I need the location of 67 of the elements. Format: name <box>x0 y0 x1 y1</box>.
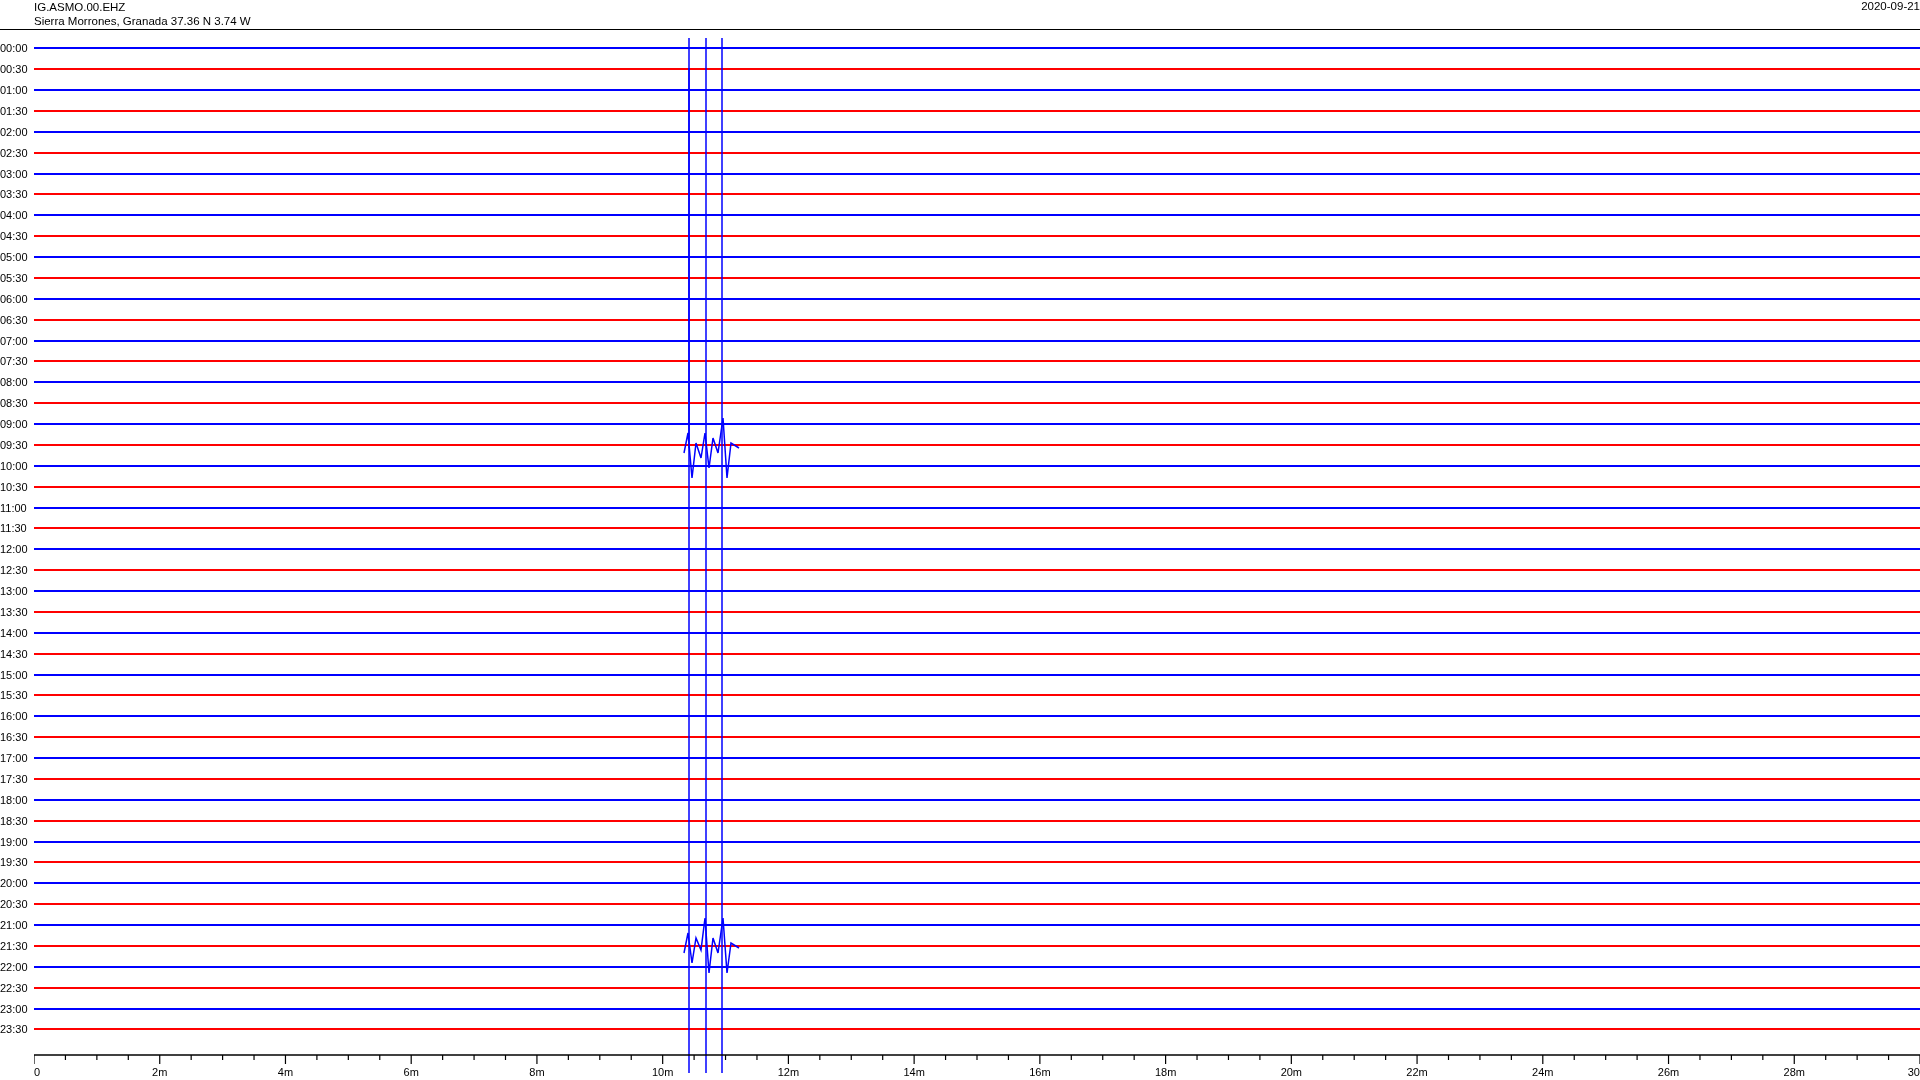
time-label: 23:30 <box>0 1023 29 1036</box>
time-label: 02:00 <box>0 125 29 138</box>
time-label: 07:00 <box>0 334 29 347</box>
time-label: 04:00 <box>0 209 29 222</box>
axis-label: 4m <box>277 1066 294 1079</box>
time-label: 19:30 <box>0 856 29 869</box>
time-label: 11:30 <box>0 522 28 535</box>
time-label: 16:30 <box>0 731 29 744</box>
axis-label: 12m <box>777 1066 800 1079</box>
time-label: 08:30 <box>0 397 29 410</box>
time-label: 15:30 <box>0 689 29 702</box>
time-label: 00:30 <box>0 63 29 76</box>
time-label: 07:30 <box>0 355 29 368</box>
axis-label: 18m <box>1154 1066 1177 1079</box>
time-label: 12:30 <box>0 564 29 577</box>
axis-label: 16m <box>1029 1066 1051 1079</box>
time-label: 11:00 <box>0 501 28 514</box>
axis-label: 24m <box>1532 1066 1554 1079</box>
time-label: 03:30 <box>0 188 29 201</box>
time-label: 05:30 <box>0 271 29 284</box>
time-label: 05:00 <box>0 251 29 264</box>
time-label: 20:30 <box>0 898 29 911</box>
time-label: 06:30 <box>0 313 29 326</box>
axis-label: 10m <box>651 1066 674 1079</box>
time-label: 19:00 <box>0 835 29 848</box>
time-label: 21:00 <box>0 919 29 932</box>
axis-label: 28m <box>1783 1066 1805 1079</box>
time-label: 09:30 <box>0 438 29 451</box>
time-label: 18:30 <box>0 814 29 827</box>
axis-label: 2m <box>152 1066 168 1079</box>
time-label: 09:00 <box>0 418 29 431</box>
time-label: 10:00 <box>0 459 29 472</box>
time-label: 16:00 <box>0 710 29 723</box>
time-label: 20:00 <box>0 877 29 890</box>
time-label: 15:00 <box>0 668 29 681</box>
station-location: Sierra Morrones, Granada 37.36 N 3.74 W <box>34 14 251 28</box>
axis-label: 8m <box>529 1066 545 1079</box>
station-code: IG.ASMO.00.EHZ <box>34 0 127 14</box>
axis-label: 20m <box>1280 1066 1303 1079</box>
time-label: 18:00 <box>0 793 29 806</box>
time-label: 21:30 <box>0 939 29 952</box>
time-label: 13:30 <box>0 605 29 618</box>
time-label: 17:00 <box>0 752 29 765</box>
time-label: 13:00 <box>0 585 29 598</box>
time-label: 01:00 <box>0 84 29 97</box>
axis-label: 22m <box>1406 1066 1428 1079</box>
time-label: 12:00 <box>0 543 29 556</box>
time-label: 04:30 <box>0 230 29 243</box>
time-label: 22:30 <box>0 981 29 994</box>
time-label: 00:00 <box>0 42 29 55</box>
time-label: 01:30 <box>0 104 29 117</box>
axis-label: 30 <box>1907 1066 1920 1079</box>
time-label: 02:30 <box>0 146 29 159</box>
time-label: 14:30 <box>0 647 29 660</box>
time-label: 17:30 <box>0 772 29 785</box>
axis-label: 14m <box>903 1066 925 1079</box>
axis-label: 6m <box>403 1066 419 1079</box>
time-label: 08:00 <box>0 376 29 389</box>
time-label: 23:00 <box>0 1002 29 1015</box>
time-label: 22:00 <box>0 960 29 973</box>
axis-label: 0 <box>34 1066 41 1079</box>
time-label: 03:00 <box>0 167 29 180</box>
axis-label: 26m <box>1657 1066 1680 1079</box>
time-label: 14:00 <box>0 626 29 639</box>
record-date: 2020-09-21 <box>1861 0 1920 13</box>
time-label: 10:30 <box>0 480 29 493</box>
time-label: 06:00 <box>0 292 29 305</box>
